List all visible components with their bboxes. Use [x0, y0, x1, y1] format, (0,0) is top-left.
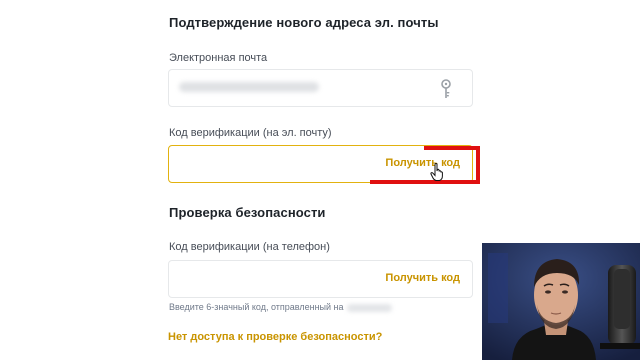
security-check-title: Проверка безопасности [169, 205, 326, 220]
email-change-title: Подтверждение нового адреса эл. почты [169, 15, 439, 30]
phone-code-hint-text: Введите 6-значный код, отправленный на [169, 302, 344, 312]
webcam-overlay [482, 243, 640, 360]
email-field[interactable] [168, 69, 473, 107]
phone-code-label: Код верификации (на телефон) [169, 241, 330, 253]
key-icon [441, 79, 451, 98]
webcam-person-image [482, 243, 640, 360]
hand-cursor-icon [430, 163, 443, 181]
email-value-masked [179, 82, 319, 92]
no-access-link[interactable]: Нет доступа к проверке безопасности? [168, 331, 382, 343]
phone-number-masked [346, 303, 392, 312]
email-change-form: Подтверждение нового адреса эл. почты Эл… [0, 0, 640, 360]
email-code-label: Код верификации (на эл. почту) [169, 127, 332, 139]
get-email-code-button[interactable]: Получить код [385, 157, 460, 169]
email-code-input[interactable]: Получить код [168, 145, 473, 183]
get-phone-code-button[interactable]: Получить код [385, 272, 460, 284]
phone-code-input[interactable]: Получить код [168, 260, 473, 298]
email-label: Электронная почта [169, 52, 268, 64]
phone-code-hint: Введите 6-значный код, отправленный на [169, 302, 392, 312]
